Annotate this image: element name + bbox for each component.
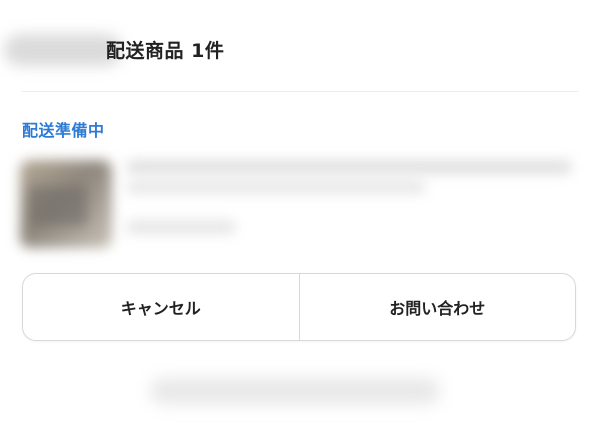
product-thumbnail[interactable] — [20, 160, 112, 248]
blurred-product-details — [126, 180, 426, 194]
blurred-store-name — [4, 34, 122, 66]
product-thumbnail-image — [28, 186, 88, 226]
shipping-status-label: 配送準備中 — [22, 121, 105, 140]
cancel-button[interactable]: キャンセル — [23, 274, 299, 340]
order-shipment-card: 配送商品 1件 配送準備中 キャンセル お問い合わせ — [0, 0, 600, 436]
shipment-header: 配送商品 1件 — [0, 22, 600, 78]
shipment-title: 配送商品 1件 — [106, 40, 225, 62]
blurred-footer-link[interactable] — [150, 378, 440, 404]
blurred-product-price — [126, 220, 236, 234]
order-actions: キャンセル お問い合わせ — [22, 273, 576, 341]
blurred-product-name[interactable] — [126, 160, 572, 174]
contact-button[interactable]: お問い合わせ — [300, 274, 576, 340]
header-divider — [22, 91, 578, 92]
